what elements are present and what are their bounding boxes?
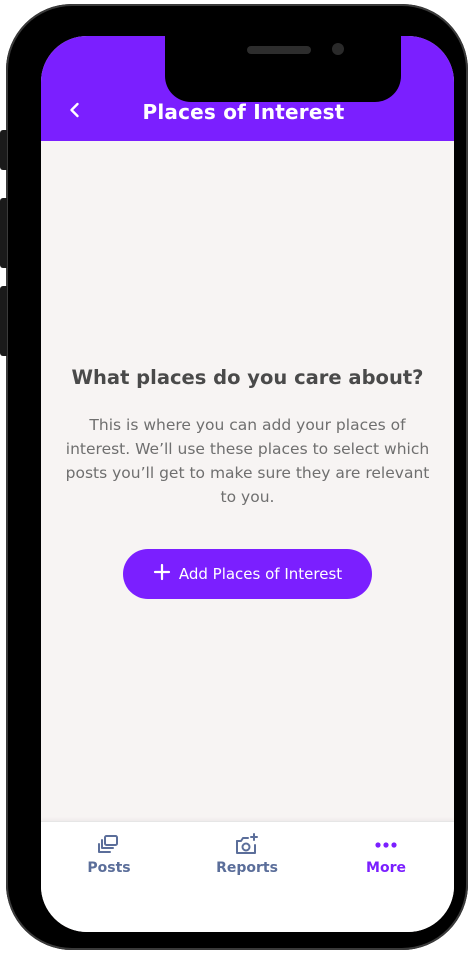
speaker-grille (247, 46, 311, 54)
add-places-of-interest-button[interactable]: Add Places of Interest (123, 549, 372, 599)
empty-state: What places do you care about? This is w… (41, 141, 454, 821)
tab-reports[interactable]: Reports (197, 832, 297, 888)
posts-icon (98, 835, 118, 853)
page-title: Places of Interest (142, 100, 345, 124)
empty-state-heading: What places do you care about? (71, 366, 424, 389)
camera-add-icon (236, 833, 258, 854)
empty-state-description: This is where you can add your places of… (65, 416, 430, 506)
volume-up-button (0, 198, 7, 268)
more-dots-icon (375, 842, 397, 848)
tab-more-label: More (366, 860, 406, 876)
tab-reports-label: Reports (216, 860, 278, 876)
device-notch (165, 36, 401, 102)
tab-posts[interactable]: Posts (59, 832, 159, 888)
home-indicator-area (41, 899, 454, 932)
plus-icon (153, 561, 171, 585)
silent-switch (0, 130, 7, 170)
bottom-tab-bar: Posts Reports More (41, 821, 454, 900)
tab-more[interactable]: More (336, 832, 436, 888)
phone-frame: Places of Interest What places do you ca… (0, 4, 468, 950)
add-places-label: Add Places of Interest (178, 565, 343, 583)
front-camera (332, 43, 344, 55)
screen: Places of Interest What places do you ca… (41, 36, 454, 932)
volume-down-button (0, 286, 7, 356)
tab-posts-label: Posts (87, 860, 131, 876)
